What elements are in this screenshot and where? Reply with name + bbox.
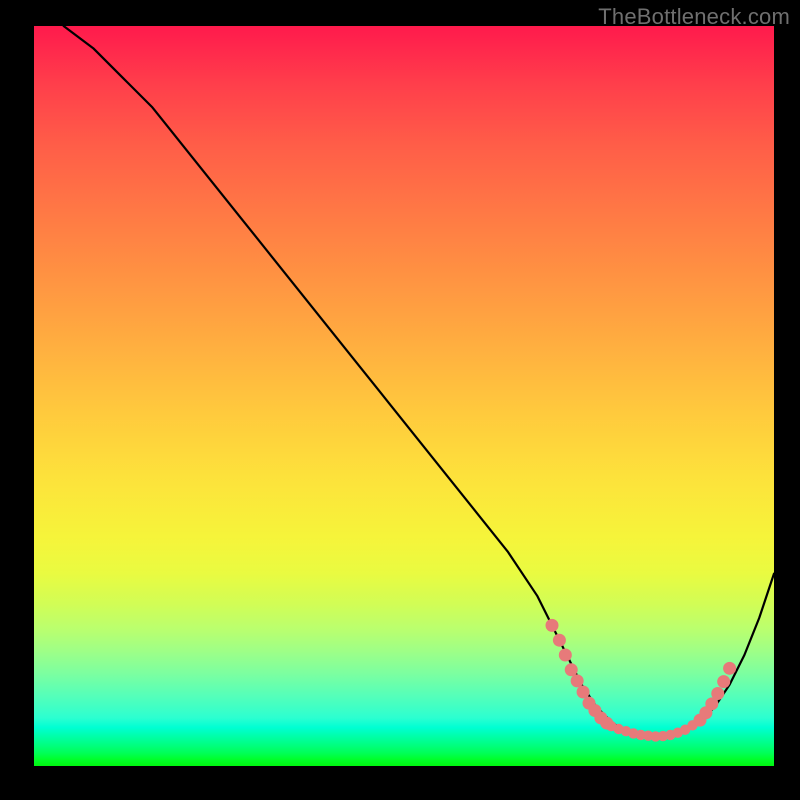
- chart-stage: TheBottleneck.com: [0, 0, 800, 800]
- heat-gradient-background: [34, 26, 774, 766]
- plot-area: [34, 26, 774, 766]
- watermark-label: TheBottleneck.com: [598, 4, 790, 30]
